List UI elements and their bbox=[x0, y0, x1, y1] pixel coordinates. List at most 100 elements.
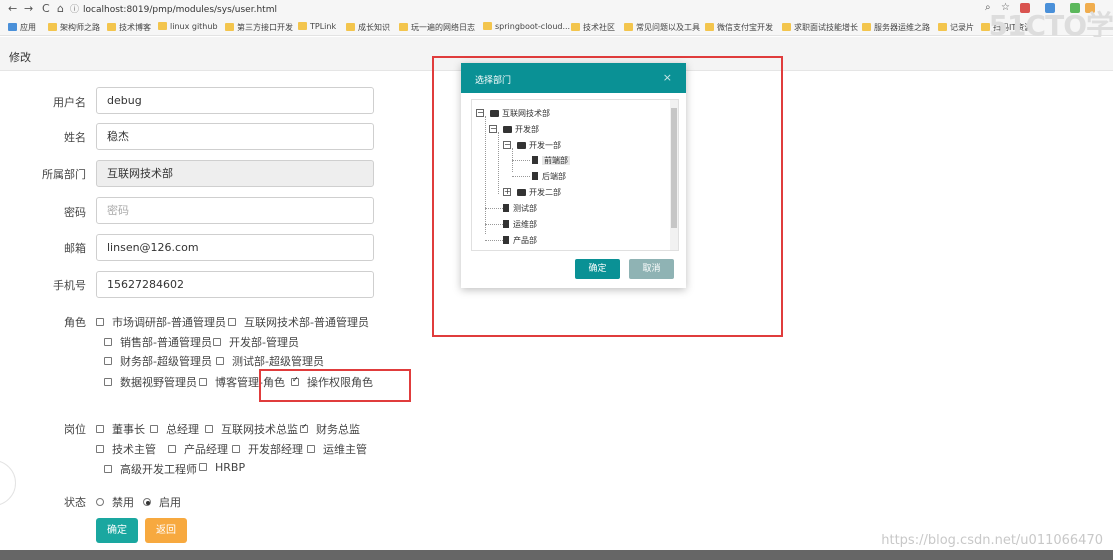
bookmark[interactable]: 成长知识 bbox=[346, 22, 390, 33]
checkbox-icon bbox=[96, 445, 104, 453]
tree-line bbox=[512, 160, 530, 161]
bookmark[interactable]: 记录片 bbox=[938, 22, 974, 33]
role-checkbox[interactable]: 互联网技术部-普通管理员 bbox=[228, 314, 369, 330]
dept-tree: − 互联网技术部 − 开发部 − 开发一部 前端部 后端部 + 开发二部 测试部… bbox=[471, 99, 679, 251]
checkbox-icon bbox=[307, 445, 315, 453]
tree-node-leaf[interactable]: 后端部 bbox=[532, 171, 566, 182]
tree-node-test[interactable]: 测试部 bbox=[503, 203, 537, 214]
bookmark[interactable]: springboot-cloud... bbox=[483, 22, 570, 31]
checkbox-icon bbox=[232, 445, 240, 453]
checkbox-icon bbox=[96, 425, 104, 433]
username-input[interactable]: debug bbox=[96, 87, 374, 114]
tree-node-dev[interactable]: 开发部 bbox=[503, 124, 539, 135]
role-checkbox[interactable]: 数据视野管理员 bbox=[104, 374, 197, 390]
role-checkbox[interactable]: 市场调研部-普通管理员 bbox=[96, 314, 226, 330]
close-icon[interactable]: × bbox=[663, 71, 672, 84]
tree-node-ops[interactable]: 运维部 bbox=[503, 219, 537, 230]
radio-icon bbox=[96, 498, 104, 506]
collapse-icon[interactable]: − bbox=[476, 109, 484, 117]
tree-scrollbar[interactable] bbox=[670, 100, 678, 250]
folder-open-icon bbox=[517, 142, 526, 149]
tree-node-root[interactable]: 互联网技术部 bbox=[490, 108, 550, 119]
home-icon[interactable]: ⌂ bbox=[57, 2, 64, 15]
password-label: 密码 bbox=[64, 206, 86, 219]
back-icon[interactable]: ← bbox=[8, 2, 17, 15]
username-label: 用户名 bbox=[53, 96, 86, 109]
post-checkbox[interactable]: HRBP bbox=[199, 461, 245, 474]
post-checkbox[interactable]: 互联网技术总监 bbox=[205, 421, 298, 437]
tree-line bbox=[512, 176, 530, 177]
scrollbar-thumb[interactable] bbox=[671, 108, 677, 228]
dialog-cancel-button[interactable]: 取消 bbox=[629, 259, 674, 279]
folder-icon bbox=[346, 23, 355, 31]
forward-icon[interactable]: → bbox=[24, 2, 33, 15]
tree-line bbox=[485, 208, 503, 209]
file-icon bbox=[532, 156, 538, 164]
folder-icon bbox=[862, 23, 871, 31]
email-input[interactable]: linsen@126.com bbox=[96, 234, 374, 261]
dialog-header: 选择部门 × bbox=[461, 63, 686, 93]
role-checkbox[interactable]: 测试部-超级管理员 bbox=[216, 353, 324, 369]
file-icon bbox=[503, 204, 509, 212]
post-checkbox[interactable]: 开发部经理 bbox=[232, 441, 303, 457]
folder-icon bbox=[48, 23, 57, 31]
checkbox-icon bbox=[96, 318, 104, 326]
post-checkbox[interactable]: 董事长 bbox=[96, 421, 145, 437]
bookmark[interactable]: 架构师之路 bbox=[48, 22, 100, 33]
dialog-ok-button[interactable]: 确定 bbox=[575, 259, 620, 279]
folder-icon bbox=[225, 23, 234, 31]
folder-open-icon bbox=[490, 110, 499, 117]
collapse-icon[interactable]: − bbox=[503, 141, 511, 149]
tree-node-leaf[interactable]: 前端部 bbox=[532, 155, 570, 166]
folder-icon bbox=[517, 189, 526, 196]
bookmark[interactable]: linux github bbox=[158, 22, 218, 31]
bookmark[interactable]: 技术博客 bbox=[107, 22, 151, 33]
checkbox-icon bbox=[104, 465, 112, 473]
folder-icon bbox=[938, 23, 947, 31]
url-field[interactable]: ⓘ localhost:8019/pmp/modules/sys/user.htm… bbox=[70, 2, 277, 15]
bookmark[interactable]: 服务器运维之路 bbox=[862, 22, 930, 33]
post-checkbox-checked[interactable]: 财务总监 bbox=[300, 421, 360, 437]
bookmark-apps[interactable]: 应用 bbox=[8, 22, 36, 33]
post-checkbox[interactable]: 总经理 bbox=[150, 421, 199, 437]
post-checkbox[interactable]: 运维主管 bbox=[307, 441, 367, 457]
bookmark[interactable]: 求职面试技能增长 bbox=[782, 22, 858, 33]
bookmark[interactable]: 技术社区 bbox=[571, 22, 615, 33]
dept-input[interactable]: 互联网技术部 bbox=[96, 160, 374, 187]
role-checkbox[interactable]: 销售部-普通管理员 bbox=[104, 334, 212, 350]
checkbox-icon bbox=[104, 357, 112, 365]
post-checkbox[interactable]: 高级开发工程师 bbox=[104, 461, 197, 477]
bookmark[interactable]: 常见问题以及工具 bbox=[624, 22, 700, 33]
checkbox-icon bbox=[199, 378, 207, 386]
folder-icon bbox=[399, 23, 408, 31]
folder-icon bbox=[571, 23, 580, 31]
bookmarks-bar: 应用 架构师之路 技术博客 linux github 第三方接口开发 TPLin… bbox=[0, 18, 1113, 36]
bookmark[interactable]: TPLink bbox=[298, 22, 336, 31]
file-icon bbox=[503, 220, 509, 228]
expand-icon[interactable]: + bbox=[503, 188, 511, 196]
back-button[interactable]: 返回 bbox=[145, 518, 187, 543]
tree-node-dev2[interactable]: 开发二部 bbox=[517, 187, 561, 198]
role-checkbox[interactable]: 开发部-管理员 bbox=[213, 334, 299, 350]
status-radio-enabled[interactable]: 启用 bbox=[143, 494, 181, 510]
bottom-bar bbox=[0, 550, 1113, 560]
name-input[interactable]: 稳杰 bbox=[96, 123, 374, 150]
role-checkbox[interactable]: 财务部-超级管理员 bbox=[104, 353, 212, 369]
tree-node-product[interactable]: 产品部 bbox=[503, 235, 537, 246]
folder-open-icon bbox=[503, 126, 512, 133]
bookmark[interactable]: 第三方接口开发 bbox=[225, 22, 293, 33]
post-checkbox[interactable]: 产品经理 bbox=[168, 441, 228, 457]
collapse-icon[interactable]: − bbox=[489, 125, 497, 133]
tree-node-dev1[interactable]: 开发一部 bbox=[517, 140, 561, 151]
status-radio-disabled[interactable]: 禁用 bbox=[96, 494, 134, 510]
phone-label: 手机号 bbox=[53, 279, 86, 292]
apps-icon bbox=[8, 23, 17, 31]
password-input[interactable]: 密码 bbox=[96, 197, 374, 224]
bookmark[interactable]: 微信支付宝开发 bbox=[705, 22, 773, 33]
reload-icon[interactable]: C bbox=[42, 2, 50, 15]
post-checkbox[interactable]: 技术主管 bbox=[96, 441, 156, 457]
phone-input[interactable]: 15627284602 bbox=[96, 271, 374, 298]
name-label: 姓名 bbox=[64, 131, 86, 144]
submit-button[interactable]: 确定 bbox=[96, 518, 138, 543]
bookmark[interactable]: 玩一遍的网络日志 bbox=[399, 22, 475, 33]
